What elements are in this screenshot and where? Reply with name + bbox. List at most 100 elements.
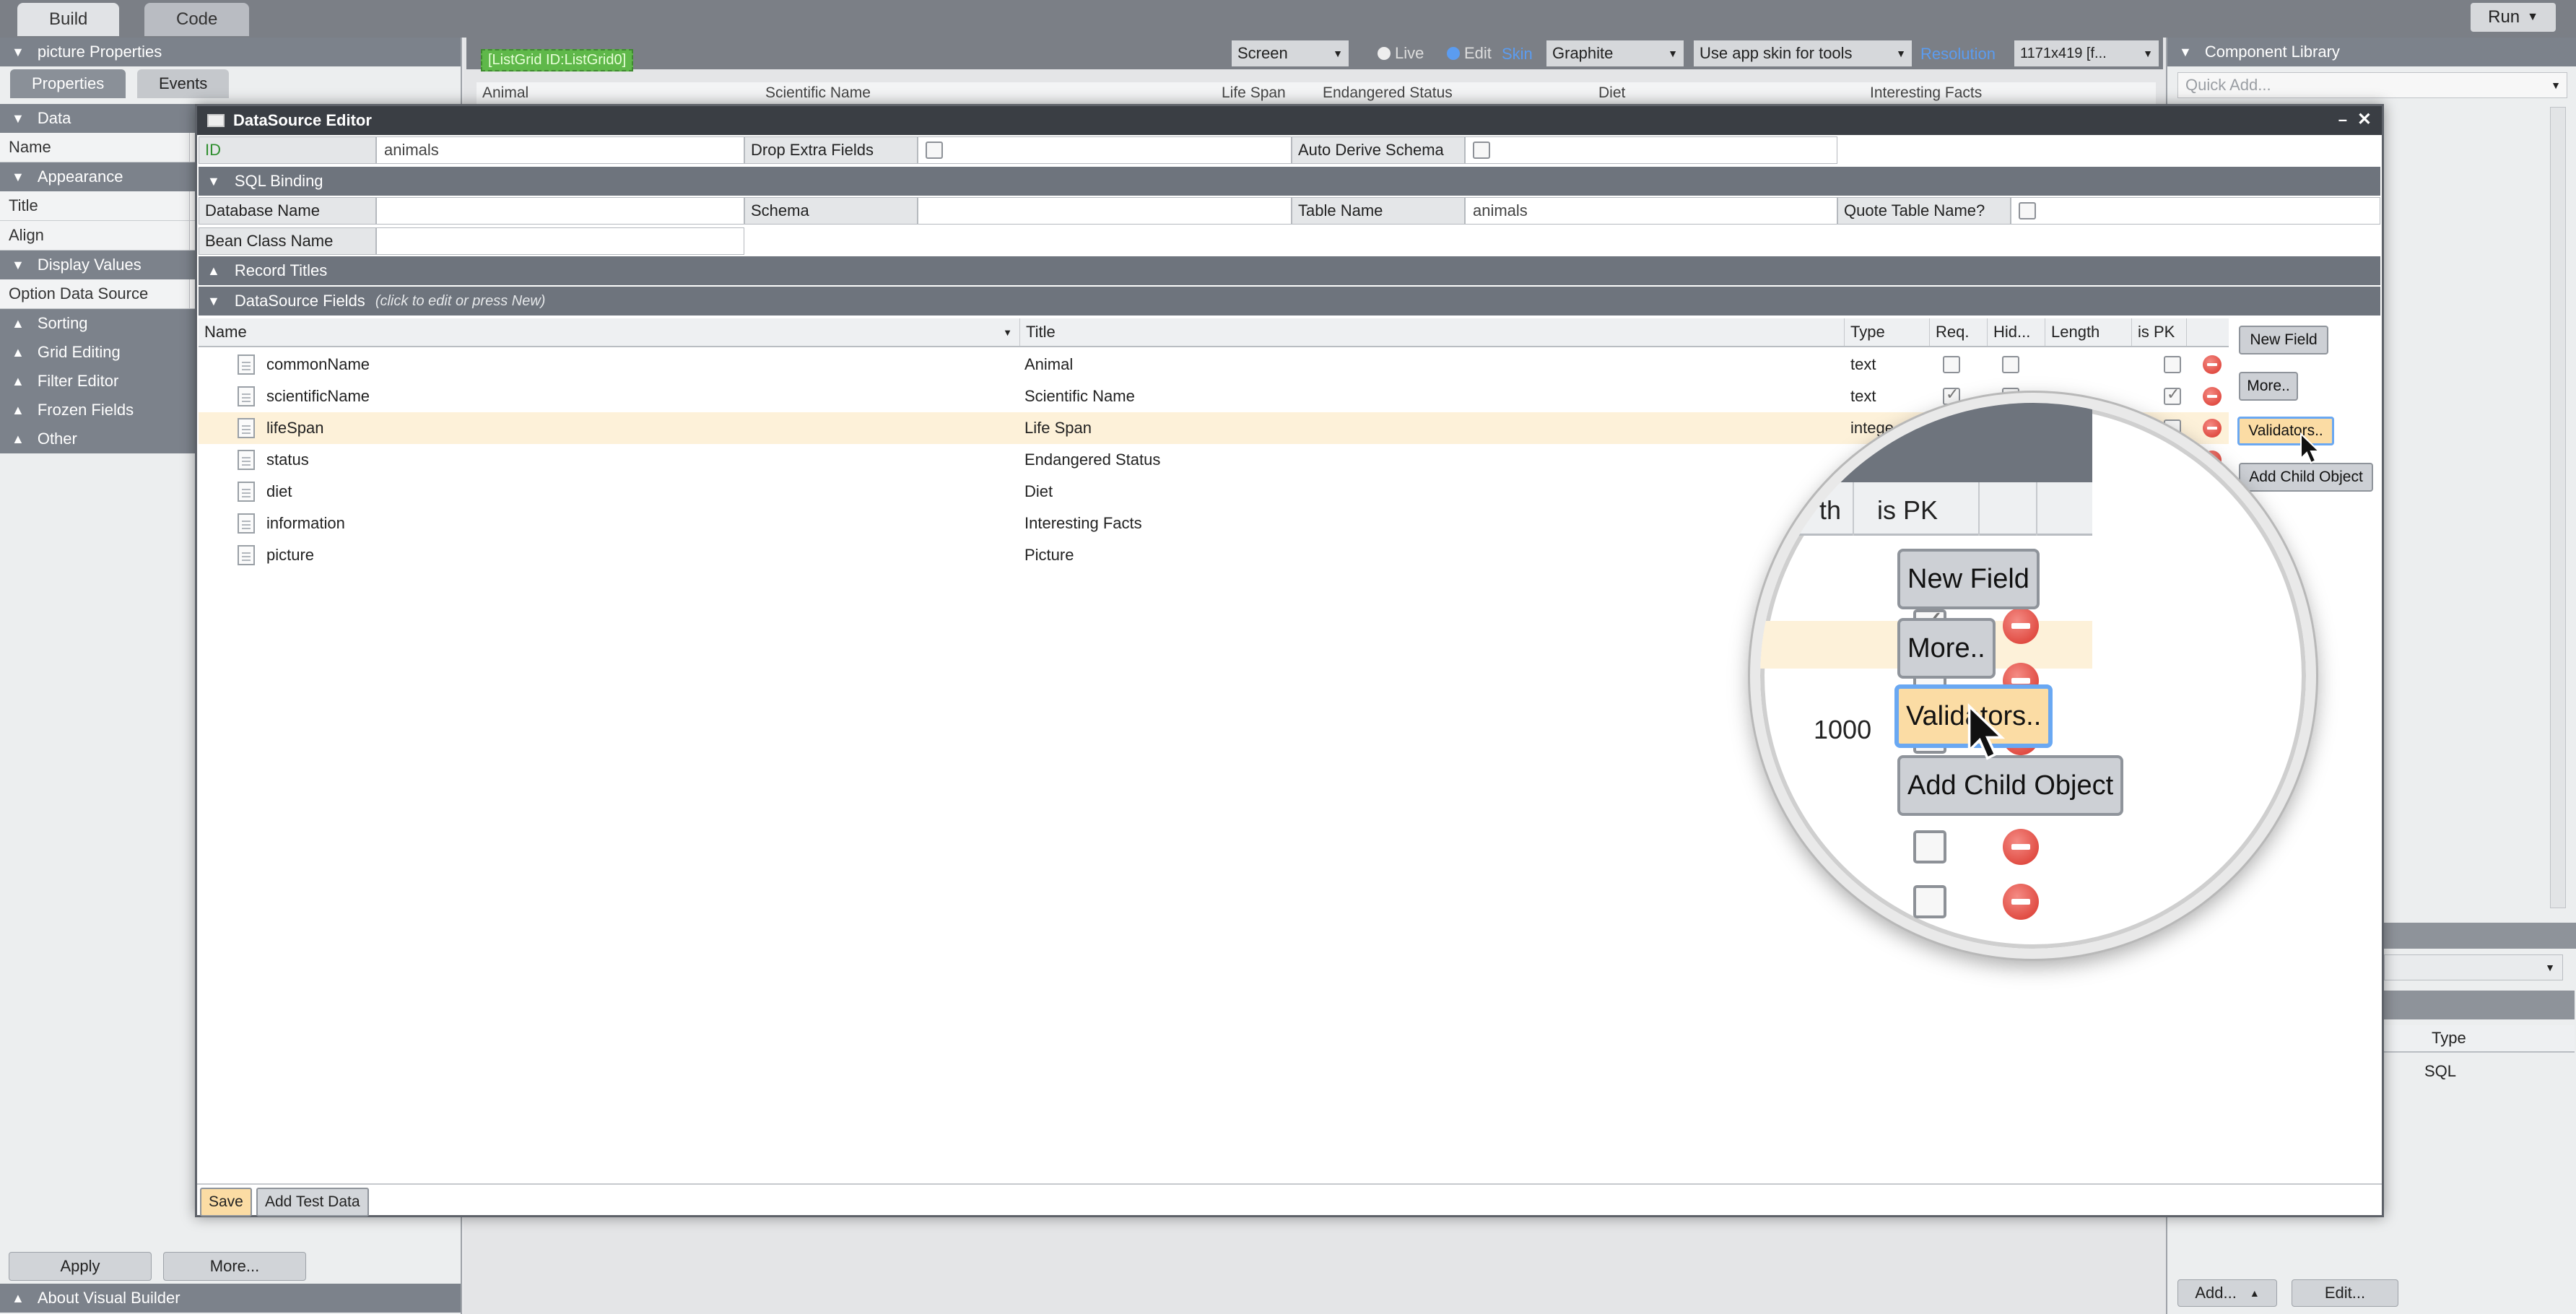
live-radio[interactable]: Live [1378, 40, 1424, 66]
bean-class-name-label: Bean Class Name [199, 227, 376, 255]
column-type[interactable]: Type [1845, 318, 1930, 346]
mag-more-button[interactable]: More.. [1897, 618, 1996, 679]
library-subheader [2384, 923, 2576, 949]
dialog-title-bar[interactable]: DataSource Editor – ✕ [197, 106, 2382, 135]
tab-events[interactable]: Events [137, 69, 230, 98]
field-name: information [266, 514, 345, 532]
skin-label: Skin [1502, 45, 1533, 63]
document-icon [238, 354, 255, 375]
record-titles-section[interactable]: ▲ Record Titles [199, 256, 2380, 285]
library-table-header: Type [2384, 1025, 2575, 1053]
table-name-field[interactable]: animals [1465, 197, 1837, 225]
bean-class-name-field[interactable] [376, 227, 744, 255]
id-field[interactable]: animals [376, 136, 744, 164]
quote-table-name-label: Quote Table Name? [1837, 197, 2011, 225]
mag-add-child-object-button[interactable]: Add Child Object [1897, 755, 2124, 816]
field-title: Interesting Facts [1024, 514, 1142, 532]
chevron-up-icon: ▲ [12, 402, 25, 417]
run-button[interactable]: Run ▼ [2471, 3, 2556, 32]
sql-binding-section[interactable]: ▼ SQL Binding [199, 167, 2380, 196]
field-name: diet [266, 482, 292, 500]
field-name: commonName [266, 355, 370, 373]
component-tag[interactable]: [ListGrid ID:ListGrid0] [481, 49, 634, 71]
schema-field[interactable] [918, 197, 1292, 225]
chevron-down-icon: ▼ [2551, 79, 2561, 91]
tab-properties[interactable]: Properties [10, 69, 126, 98]
chevron-up-icon: ▲ [12, 1290, 25, 1305]
library-tabstrip [2384, 991, 2575, 1019]
chevron-down-icon: ▼ [207, 293, 220, 308]
scrollbar[interactable] [2550, 107, 2566, 908]
document-icon [238, 450, 255, 470]
column-remove [2187, 318, 2229, 346]
column-length[interactable]: Length [2045, 318, 2132, 346]
left-panel-actions: Apply More... [9, 1252, 462, 1281]
fields-grid-header: Name ▼ Title Type Req. Hid... Length is … [199, 318, 2229, 347]
chevron-down-icon: ▼ [12, 110, 25, 126]
database-name-field[interactable] [376, 197, 744, 225]
app-skin-select[interactable]: Use app skin for tools ▼ [1694, 40, 1912, 66]
close-icon[interactable]: ✕ [2357, 109, 2372, 130]
window-icon [207, 114, 225, 127]
chevron-down-icon: ▼ [12, 44, 25, 59]
chevron-up-icon: ▲ [207, 263, 220, 278]
skin-select[interactable]: Graphite ▼ [1546, 40, 1684, 66]
document-icon [238, 482, 255, 502]
save-button[interactable]: Save [200, 1188, 252, 1217]
radio-icon [1378, 47, 1391, 60]
field-title: Diet [1024, 482, 1053, 500]
table-row[interactable]: commonName Animal text [199, 349, 2229, 380]
add-button[interactable]: Add... ▲ [2177, 1279, 2277, 1307]
auto-derive-schema-cell [1465, 136, 1837, 164]
column-title[interactable]: Title [1020, 318, 1845, 346]
more-button[interactable]: More... [163, 1252, 306, 1281]
mag-remove-field-icon [2003, 884, 2039, 920]
edit-radio[interactable]: Edit [1447, 40, 1492, 66]
remove-field-icon[interactable] [2203, 355, 2222, 374]
schema-label: Schema [744, 197, 918, 225]
canvas-toolbar: [ListGrid ID:ListGrid0] Screen ▼ Live Edi… [466, 38, 2163, 71]
apply-button[interactable]: Apply [9, 1252, 152, 1281]
mag-grid-rows [1760, 403, 2306, 949]
document-icon [238, 386, 255, 406]
radio-selected-icon [1447, 47, 1460, 60]
quote-table-name-checkbox[interactable] [2019, 202, 2036, 219]
quote-table-name-cell [2011, 197, 2380, 225]
component-library-header[interactable]: ▼ Component Library [2167, 38, 2576, 66]
minimize-icon[interactable]: – [2338, 110, 2347, 129]
field-name: status [266, 451, 309, 469]
properties-panel-header[interactable]: ▼ picture Properties [0, 38, 461, 66]
column-is-pk[interactable]: is PK [2132, 318, 2187, 346]
library-table-row[interactable]: SQL [2384, 1057, 2575, 1086]
tab-build[interactable]: Build [17, 3, 120, 36]
add-test-data-button[interactable]: Add Test Data [256, 1188, 369, 1217]
more-fields-button[interactable]: More.. [2239, 372, 2298, 401]
field-name: lifeSpan [266, 419, 324, 437]
resolution-label: Resolution [1920, 45, 1996, 63]
edit-button[interactable]: Edit... [2292, 1279, 2398, 1307]
chevron-down-icon: ▼ [2545, 962, 2555, 973]
chevron-down-icon: ▼ [1896, 48, 1906, 59]
column-hidden[interactable]: Hid... [1988, 318, 2045, 346]
datasource-fields-section[interactable]: ▼ DataSource Fields (click to edit or pr… [199, 287, 2380, 316]
mag-new-field-button[interactable]: New Field [1897, 549, 2040, 609]
auto-derive-schema-label: Auto Derive Schema [1292, 136, 1465, 164]
tab-code[interactable]: Code [144, 3, 250, 36]
drop-extra-fields-label: Drop Extra Fields [744, 136, 918, 164]
resolution-select[interactable]: 1171x419 [f... ▼ [2014, 40, 2159, 66]
library-select[interactable]: ▼ [2384, 954, 2563, 980]
column-req[interactable]: Req. [1930, 318, 1988, 346]
required-checkbox[interactable] [1943, 356, 1960, 373]
drop-extra-fields-checkbox[interactable] [926, 142, 943, 159]
hidden-checkbox[interactable] [2002, 356, 2019, 373]
chevron-down-icon: ▼ [1333, 48, 1343, 59]
quick-add-input[interactable]: Quick Add... ▼ [2177, 72, 2567, 98]
column-name[interactable]: Name ▼ [199, 318, 1020, 346]
auto-derive-schema-checkbox[interactable] [1473, 142, 1490, 159]
screen-select[interactable]: Screen ▼ [1232, 40, 1349, 66]
about-visual-builder[interactable]: ▲ About Visual Builder [0, 1284, 461, 1313]
field-title: Life Span [1024, 419, 1092, 437]
field-name: scientificName [266, 387, 370, 405]
new-field-button[interactable]: New Field [2239, 326, 2328, 354]
is-pk-checkbox[interactable] [2164, 356, 2181, 373]
